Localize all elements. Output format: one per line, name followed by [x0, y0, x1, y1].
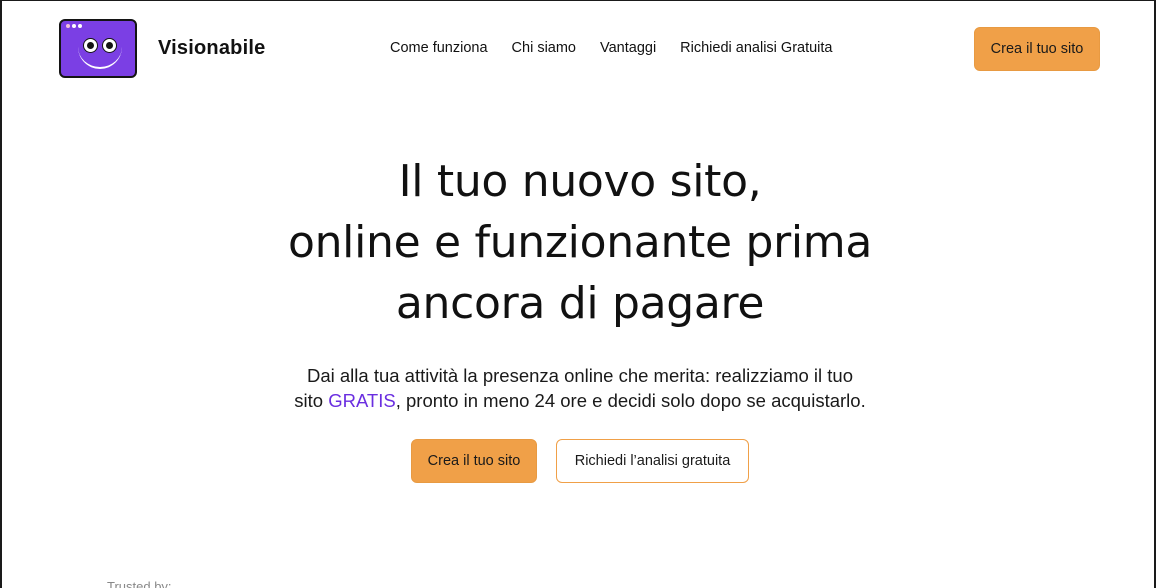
subtitle-text-before: sito [294, 390, 329, 411]
header-create-site-button[interactable]: Crea il tuo sito [974, 27, 1100, 71]
hero-subtitle-line-2: sito GRATIS, pronto in meno 24 ore e dec… [2, 388, 1154, 413]
trusted-by-label: Trusted by: [107, 579, 172, 588]
window-dots-icon [66, 24, 82, 28]
nav-richiedi-analisi[interactable]: Richiedi analisi Gratuita [680, 40, 832, 56]
subtitle-text-after: , pronto in meno 24 ore e decidi solo do… [395, 390, 866, 411]
logo-smile-icon [78, 47, 122, 69]
nav-vantaggi[interactable]: Vantaggi [600, 40, 656, 56]
page: Visionabile Come funziona Chi siamo Vant… [0, 0, 1156, 588]
nav-come-funziona[interactable]: Come funziona [390, 40, 488, 56]
hero-subtitle-line-1: Dai alla tua attività la presenza online… [306, 365, 854, 386]
site-header: Visionabile Come funziona Chi siamo Vant… [2, 1, 1154, 97]
brand-name[interactable]: Visionabile [158, 37, 265, 60]
hero-subtitle: Dai alla tua attività la presenza online… [2, 363, 1154, 413]
brand-logo-icon[interactable] [59, 19, 137, 78]
hero-request-analysis-button[interactable]: Richiedi l’analisi gratuita [556, 439, 749, 483]
hero-title: Il tuo nuovo sito, online e funzionante … [2, 151, 1154, 334]
hero-title-line-3: ancora di pagare [395, 278, 765, 329]
hero-create-site-button[interactable]: Crea il tuo sito [411, 439, 537, 483]
main-nav: Come funziona Chi siamo Vantaggi Richied… [390, 40, 833, 56]
hero-title-line-2: online e funzionante prima [287, 217, 873, 268]
hero-title-line-1: Il tuo nuovo sito, [398, 156, 762, 207]
nav-chi-siamo[interactable]: Chi siamo [512, 40, 576, 56]
gratis-highlight: GRATIS [328, 390, 396, 411]
